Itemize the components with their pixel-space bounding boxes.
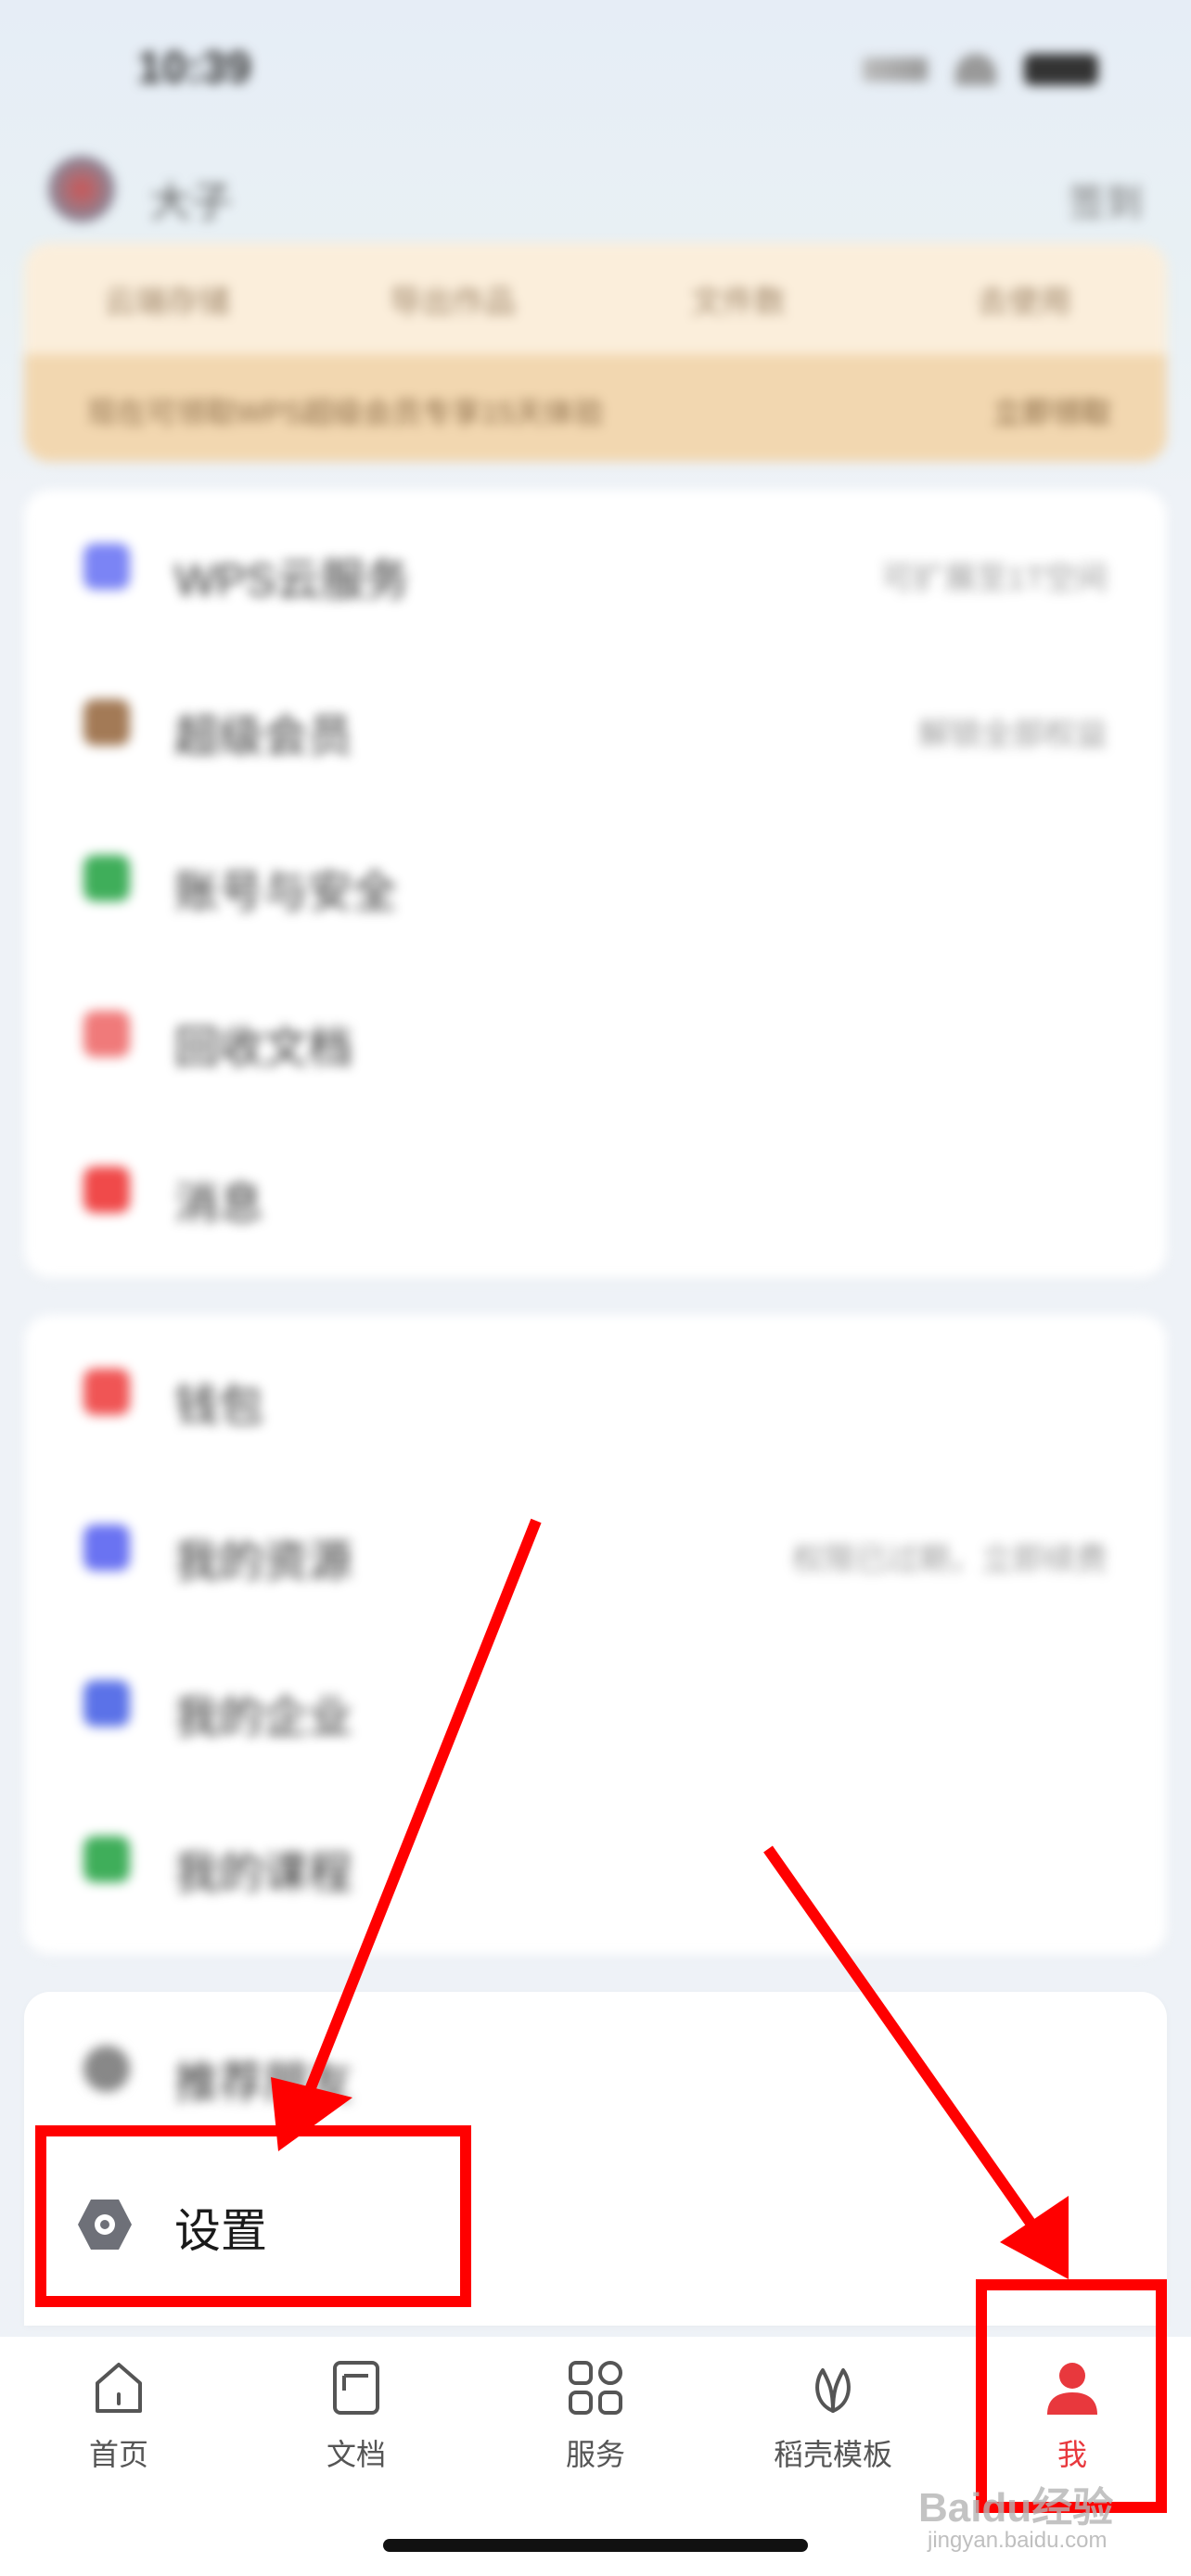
course-icon <box>83 1836 130 1882</box>
vip-stat-label: 云端存储 <box>104 285 230 320</box>
vip-stat[interactable]: 云端存储 <box>24 243 310 354</box>
watermark-url: jingyan.baidu.com <box>928 2528 1108 2553</box>
menu-item-label: 钱包 <box>174 1382 264 1431</box>
status-time: 10:39 <box>137 44 251 93</box>
vip-stat[interactable]: 文件数 <box>596 243 881 354</box>
tab-documents[interactable]: 文档 <box>237 2357 475 2506</box>
menu-item-resources[interactable]: 我的资源 权限已过期，立即续费 <box>24 1471 1167 1626</box>
menu-item-recommend[interactable]: 推荐朋友 <box>24 1992 1167 2148</box>
menu-item-label: 消息 <box>174 1180 264 1229</box>
menu-item-wallet[interactable]: 钱包 <box>24 1315 1167 1471</box>
menu-item-courses[interactable]: 我的课程 <box>24 1782 1167 1938</box>
settings-icon <box>78 2200 132 2250</box>
shield-icon <box>83 855 130 901</box>
vip-banner[interactable]: 现在可领取WPS超级会员专享15天体验 立即领取 <box>24 354 1167 462</box>
battery-icon <box>1024 54 1098 85</box>
wifi-icon <box>955 54 996 85</box>
home-icon <box>96 2363 142 2413</box>
vip-banner-action[interactable]: 立即领取 <box>992 389 1111 432</box>
menu-item-messages[interactable]: 消息 <box>24 1113 1167 1269</box>
vip-banner-text: 现在可领取WPS超级会员专享15天体验 <box>87 396 604 429</box>
vip-stats: 云端存储 导出作品 文件数 去使用 <box>24 243 1167 354</box>
folder-icon <box>83 1524 130 1571</box>
tab-label: 稻壳模板 <box>773 2438 892 2471</box>
tab-templates[interactable]: 稻壳模板 <box>714 2357 952 2506</box>
vip-card[interactable]: 云端存储 导出作品 文件数 去使用 现在可领取WPS超级会员专享15天体验 立即… <box>24 243 1167 462</box>
menu-item-label: 账号与安全 <box>174 868 398 917</box>
menu-card-primary: WPS云服务 可扩展至1T空间 超级会员 解锁全部权益 账号与安全 回收文档 消… <box>24 490 1167 1278</box>
cloud-icon <box>83 543 130 590</box>
tab-label: 首页 <box>88 2438 148 2471</box>
menu-item-label: 我的企业 <box>174 1693 353 1742</box>
vip-stat[interactable]: 导出作品 <box>310 243 596 354</box>
share-icon <box>83 2046 130 2092</box>
trash-icon <box>83 1011 130 1057</box>
leaf-icon <box>815 2368 851 2413</box>
menu-item-label: 回收文档 <box>174 1024 353 1073</box>
bell-icon <box>83 1167 130 1213</box>
menu-card-secondary: 钱包 我的资源 权限已过期，立即续费 我的企业 我的课程 <box>24 1315 1167 1955</box>
tab-home[interactable]: 首页 <box>0 2357 237 2506</box>
menu-item-cloud-service[interactable]: WPS云服务 可扩展至1T空间 <box>24 490 1167 645</box>
menu-item-enterprise[interactable]: 我的企业 <box>24 1626 1167 1782</box>
avatar[interactable] <box>48 156 115 223</box>
tab-services[interactable]: 服务 <box>477 2357 714 2506</box>
watermark: Baidu经验 <box>918 2485 1114 2531</box>
vip-stat-label: 文件数 <box>691 285 786 320</box>
checkin-button[interactable]: 签到 <box>1069 172 1143 226</box>
tab-label: 服务 <box>565 2438 625 2471</box>
tab-label: 文档 <box>326 2438 386 2471</box>
menu-item-hint: 权限已过期，立即续费 <box>792 1542 1108 1577</box>
settings-label: 设置 <box>174 2205 267 2257</box>
menu-item-label: 我的课程 <box>174 1849 353 1898</box>
building-icon <box>83 1680 130 1727</box>
signal-icon <box>863 57 928 82</box>
status-bar: 10:39 <box>0 0 1191 139</box>
profile-header: 大子 签到 <box>48 148 1143 232</box>
menu-item-label: WPS云服务 <box>174 556 410 606</box>
menu-item-label: 超级会员 <box>174 712 353 761</box>
vip-stat-label: 去使用 <box>977 285 1071 320</box>
menu-item-label: 推荐朋友 <box>174 2059 353 2108</box>
menu-item-hint: 解锁全部权益 <box>918 717 1108 752</box>
status-icons <box>863 54 1098 85</box>
document-icon <box>333 2361 379 2415</box>
menu-item-label: 我的资源 <box>174 1537 353 1587</box>
menu-item-super-member[interactable]: 超级会员 解锁全部权益 <box>24 645 1167 801</box>
grid-icon <box>569 2361 622 2415</box>
person-icon <box>1047 2363 1097 2415</box>
wallet-icon <box>83 1369 130 1415</box>
home-indicator[interactable] <box>383 2539 808 2552</box>
menu-item-settings[interactable]: 设置 <box>24 2148 1167 2307</box>
menu-item-recycle[interactable]: 回收文档 <box>24 957 1167 1113</box>
username[interactable]: 大子 <box>150 169 232 228</box>
vip-stat-label: 导出作品 <box>390 285 516 320</box>
vip-stat[interactable]: 去使用 <box>881 243 1167 354</box>
menu-item-hint: 可扩展至1T空间 <box>881 561 1108 596</box>
tab-label: 我 <box>1057 2438 1087 2471</box>
crown-icon <box>83 699 130 746</box>
menu-item-account-security[interactable]: 账号与安全 <box>24 801 1167 957</box>
